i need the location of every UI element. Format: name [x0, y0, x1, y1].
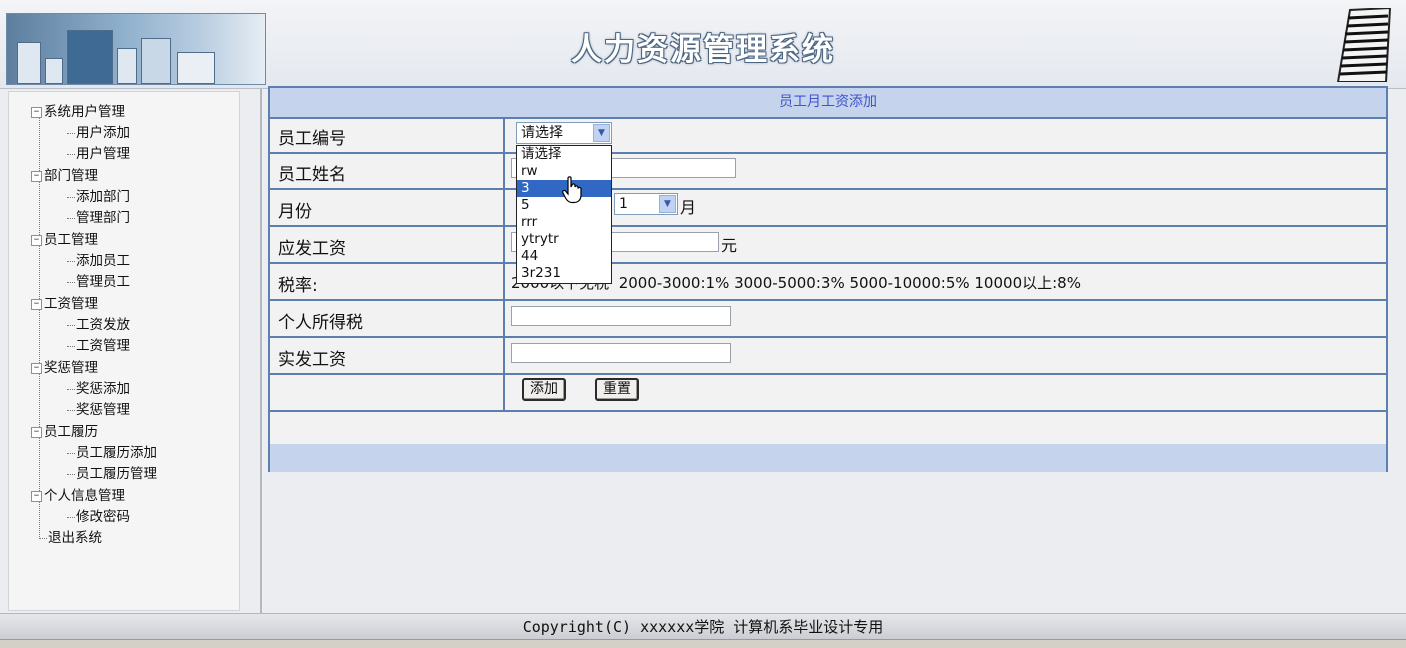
net-salary-label: 实发工资 — [278, 350, 346, 370]
employee-id-select[interactable]: 请选择 ▼ — [516, 122, 612, 144]
row-gross-salary: 应发工资 — [270, 227, 1386, 264]
collapse-icon[interactable]: − — [31, 490, 42, 502]
row-income-tax: 个人所得税 — [270, 301, 1386, 338]
tree-item-manage-employees[interactable]: 管理员工 — [67, 273, 130, 291]
dropdown-option[interactable]: 请选择 — [517, 146, 611, 163]
tree-item-manage-departments[interactable]: 管理部门 — [67, 209, 130, 227]
tree-group-rewards[interactable]: − 奖惩管理 — [31, 359, 98, 377]
chevron-down-icon[interactable]: ▼ — [593, 124, 610, 142]
row-buttons — [270, 375, 1386, 412]
tower-logo-image — [1336, 8, 1392, 82]
row-net-salary: 实发工资 — [270, 338, 1386, 375]
row-employee-id: 员工编号 — [270, 119, 1386, 154]
tree-group-employees[interactable]: − 员工管理 — [31, 231, 98, 249]
tree-item-add-reward[interactable]: 奖惩添加 — [67, 380, 130, 398]
tree-group-departments[interactable]: − 部门管理 — [31, 167, 98, 185]
hand-cursor-icon — [562, 176, 582, 204]
month-unit: 月 — [680, 198, 697, 217]
form-title: 员工月工资添加 — [270, 88, 1386, 119]
app-title: 人力资源管理系统 — [571, 32, 835, 68]
collapse-icon[interactable]: − — [31, 362, 42, 374]
tree-group-salary[interactable]: − 工资管理 — [31, 295, 98, 313]
tree-item-add-employee[interactable]: 添加员工 — [67, 252, 130, 270]
dropdown-option[interactable]: rrr — [517, 214, 611, 231]
chevron-down-icon[interactable]: ▼ — [659, 195, 676, 213]
salary-form: 员工月工资添加 员工编号 员工姓名 月份 应发工资 税率: 2000以下免税 2… — [268, 86, 1388, 472]
tree-item-add-department[interactable]: 添加部门 — [67, 188, 130, 206]
tree-item-manage-users[interactable]: 用户管理 — [67, 145, 130, 163]
frame-divider[interactable] — [260, 89, 262, 613]
tax-rate-label: 税率: — [278, 276, 318, 296]
dropdown-option[interactable]: 3r231 — [517, 265, 611, 282]
collapse-icon[interactable]: − — [31, 426, 42, 438]
tree-item-salary-payment[interactable]: 工资发放 — [67, 316, 130, 334]
dropdown-option[interactable]: 44 — [517, 248, 611, 265]
tree-item-logout[interactable]: 退出系统 — [39, 529, 102, 547]
employee-name-label: 员工姓名 — [278, 165, 346, 185]
copyright-footer: Copyright(C) xxxxxx学院 计算机系毕业设计专用 — [0, 613, 1406, 640]
submit-button[interactable]: 添加 — [522, 378, 566, 401]
net-salary-input[interactable] — [511, 343, 731, 363]
gross-salary-label: 应发工资 — [278, 239, 346, 259]
employee-id-label: 员工编号 — [278, 129, 346, 149]
tree-item-manage-rewards[interactable]: 奖惩管理 — [67, 401, 130, 419]
dropdown-option[interactable]: ytrytr — [517, 231, 611, 248]
tree-item-add-resume[interactable]: 员工履历添加 — [67, 444, 157, 462]
row-month: 月份 — [270, 190, 1386, 227]
tree-group-personal-info[interactable]: − 个人信息管理 — [31, 487, 125, 505]
reset-button[interactable]: 重置 — [595, 378, 639, 401]
collapse-icon[interactable]: − — [31, 234, 42, 246]
collapse-icon[interactable]: − — [31, 106, 42, 118]
tree-group-system-users[interactable]: − 系统用户管理 — [31, 103, 125, 121]
tree-group-label[interactable]: 系统用户管理 — [44, 104, 125, 120]
tree-item-add-user[interactable]: 用户添加 — [67, 124, 130, 142]
tree-item-manage-resume[interactable]: 员工履历管理 — [67, 465, 157, 483]
sidebar-tree: − 系统用户管理 用户添加 用户管理 − 部门管理 添加部门 管理部门 − 员工管理 … — [8, 91, 240, 611]
collapse-icon[interactable]: − — [31, 170, 42, 182]
form-footer-bar — [270, 444, 1386, 472]
tree-group-resume[interactable]: − 员工履历 — [31, 423, 98, 441]
row-tax-rate: 税率: 2000以下免税 2000-3000:1% 3000-5000:3% 5… — [270, 264, 1386, 301]
collapse-icon[interactable]: − — [31, 298, 42, 310]
row-employee-name: 员工姓名 — [270, 154, 1386, 190]
income-tax-label: 个人所得税 — [278, 313, 363, 333]
month-label: 月份 — [278, 202, 312, 222]
header-banner: 人力资源管理系统 — [0, 0, 1406, 89]
income-tax-input[interactable] — [511, 306, 731, 326]
gross-salary-unit: 元 — [721, 236, 738, 255]
month-select[interactable]: 1 ▼ — [614, 193, 678, 215]
tree-item-salary-manage[interactable]: 工资管理 — [67, 337, 130, 355]
tree-item-change-password[interactable]: 修改密码 — [67, 508, 130, 526]
employee-id-dropdown-list[interactable]: 请选择 rw 3 5 rrr ytrytr 44 3r231 — [516, 145, 612, 284]
